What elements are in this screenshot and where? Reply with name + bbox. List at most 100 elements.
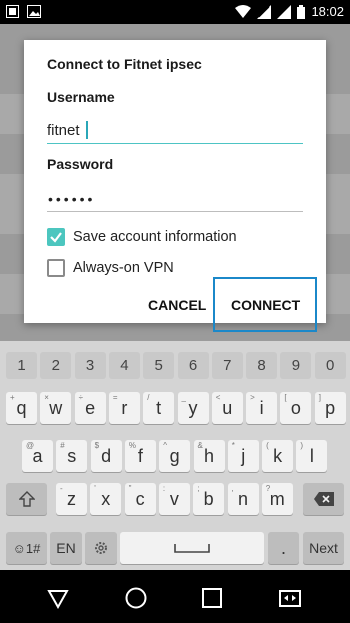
key-g[interactable]: ^ g	[159, 440, 191, 472]
key-label: u	[222, 397, 233, 418]
wifi-icon	[235, 5, 252, 18]
key-a[interactable]: @ a	[22, 440, 53, 472]
key-t[interactable]: / t	[143, 392, 175, 424]
connect-highlight	[213, 277, 317, 332]
key-u[interactable]: < u	[211, 392, 243, 424]
key-hint: ]	[318, 393, 321, 402]
key-s[interactable]: # s	[56, 440, 88, 472]
save-account-checkbox[interactable]	[47, 228, 65, 246]
key-label: 9	[291, 357, 301, 374]
key-8[interactable]: 8	[246, 352, 278, 379]
key-hint: %	[128, 441, 137, 450]
key-label: l	[309, 445, 314, 466]
key-label: k	[273, 445, 283, 466]
key-label: j	[241, 445, 246, 466]
always-on-vpn-checkbox[interactable]	[47, 259, 65, 277]
key-f[interactable]: % f	[124, 440, 156, 472]
key-h[interactable]: & h	[193, 440, 225, 472]
navigation-bar	[0, 570, 350, 623]
key-label: h	[203, 445, 214, 466]
key-b[interactable]: ; b	[193, 483, 225, 515]
key-d[interactable]: $ d	[90, 440, 122, 472]
always-on-vpn-label: Always-on VPN	[73, 260, 174, 276]
key-label: p	[325, 397, 336, 418]
key-label: n	[237, 488, 248, 509]
language-key[interactable]: EN	[50, 532, 82, 564]
key-j[interactable]: * j	[227, 440, 259, 472]
key-9[interactable]: 9	[280, 352, 312, 379]
key-6[interactable]: 6	[177, 352, 209, 379]
key-c[interactable]: " c	[124, 483, 156, 515]
key-r[interactable]: = r	[108, 392, 140, 424]
key-hint: >	[250, 393, 255, 402]
key-hint: ×	[44, 393, 49, 402]
key-3[interactable]: 3	[74, 352, 106, 379]
key-y[interactable]: _ y	[177, 392, 209, 424]
shift-key[interactable]	[6, 483, 47, 515]
key-4[interactable]: 4	[108, 352, 140, 379]
gear-icon	[95, 542, 107, 554]
key-2[interactable]: 2	[40, 352, 72, 379]
always-on-vpn-row[interactable]: Always-on VPN	[47, 259, 174, 277]
key-1[interactable]: 1	[6, 352, 37, 379]
soft-keyboard: 1234567890 + q × w ÷ e = r / t _ y < u > i[o] p @ a # s $ d% f…	[0, 341, 350, 570]
key-o[interactable]: [o	[280, 392, 312, 424]
key-i[interactable]: > i	[246, 392, 278, 424]
key-x[interactable]: ' x	[90, 483, 122, 515]
key-5[interactable]: 5	[143, 352, 175, 379]
key-label: o	[290, 397, 301, 418]
backspace-icon	[313, 492, 334, 506]
clock: 18:02	[311, 4, 344, 19]
key-hint: *	[231, 441, 235, 450]
key-hint: "	[128, 484, 132, 493]
space-key[interactable]	[120, 532, 264, 564]
password-label: Password	[47, 156, 114, 172]
key-label: 7	[223, 357, 232, 374]
key-hint: &	[197, 441, 203, 450]
backspace-key[interactable]	[303, 483, 344, 515]
key-m[interactable]: ? m	[261, 483, 293, 515]
back-icon[interactable]	[47, 587, 69, 609]
key-hint: ?	[265, 484, 271, 493]
key-label: r	[121, 397, 128, 418]
key-label: 3	[85, 357, 95, 374]
key-hint: )	[300, 441, 304, 450]
gallery-notification-icon	[27, 5, 41, 18]
key-hint: ;	[197, 484, 200, 493]
key-label: s	[67, 445, 77, 466]
next-key[interactable]: Next	[303, 532, 344, 564]
no-sim-icon	[257, 4, 272, 19]
key-label: v	[169, 488, 179, 509]
key-label: f	[137, 445, 143, 466]
key-z[interactable]: -z	[56, 483, 87, 515]
key-0[interactable]: 0	[314, 352, 346, 379]
key-v[interactable]: :v	[158, 483, 190, 515]
key-hint: <	[215, 393, 221, 402]
period-key[interactable]: .	[268, 532, 299, 564]
key-label: c	[135, 488, 145, 509]
save-account-row[interactable]: Save account information	[47, 228, 237, 246]
home-icon[interactable]	[125, 587, 147, 609]
symbols-key[interactable]: ☺1#	[6, 532, 47, 564]
cancel-button[interactable]: CANCEL	[148, 297, 206, 313]
battery-icon	[297, 4, 306, 19]
key-hint: -	[60, 484, 63, 493]
key-e[interactable]: ÷ e	[74, 392, 106, 424]
key-hint: ,	[231, 484, 234, 493]
key-hint: /	[147, 393, 150, 402]
key-label: d	[101, 445, 112, 466]
settings-key[interactable]	[85, 532, 117, 564]
key-hint: =	[112, 393, 118, 402]
key-hint: ^	[163, 441, 167, 450]
key-w[interactable]: × w	[40, 392, 72, 424]
key-p[interactable]: ] p	[314, 392, 346, 424]
dual-window-icon[interactable]	[279, 587, 301, 609]
dialog-title: Connect to Fitnet ipsec	[47, 56, 202, 72]
key-k[interactable]: (k	[262, 440, 294, 472]
recent-apps-icon[interactable]	[201, 587, 223, 609]
key-l[interactable]: ) l	[296, 440, 328, 472]
key-q[interactable]: + q	[6, 392, 37, 424]
key-7[interactable]: 7	[211, 352, 243, 379]
key-label: 8	[257, 357, 266, 374]
key-n[interactable]: ,n	[227, 483, 259, 515]
